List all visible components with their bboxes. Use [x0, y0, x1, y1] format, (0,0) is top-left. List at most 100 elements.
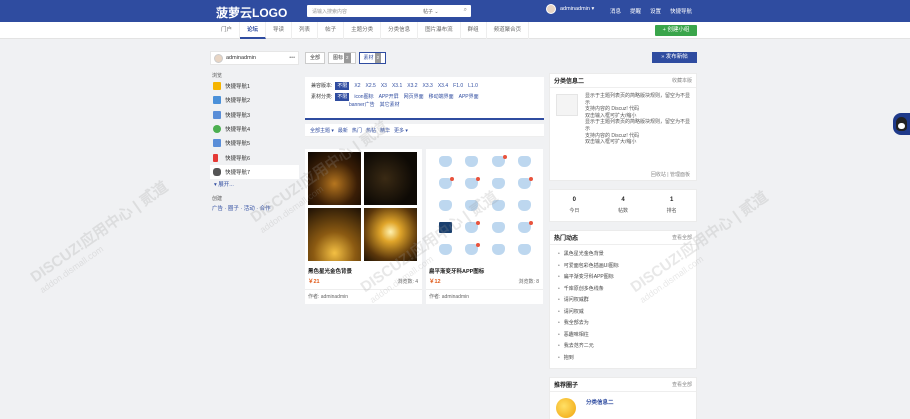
- stat-today: 0 今日: [569, 197, 580, 214]
- filter-option[interactable]: APP开屏: [379, 93, 399, 101]
- favorite-forum-link[interactable]: 收藏本版: [672, 77, 692, 84]
- thread-thumbnails[interactable]: [308, 152, 419, 263]
- tooth-icon: [465, 156, 479, 167]
- filter-option[interactable]: X2: [354, 82, 360, 90]
- view-all-link[interactable]: 查看全部: [672, 234, 692, 241]
- sidebar-item-4[interactable]: 快捷导航4: [210, 122, 299, 136]
- filter-option[interactable]: X3.1: [392, 82, 402, 90]
- user-menu[interactable]: adminadmin ▾: [546, 4, 594, 14]
- avatar[interactable]: [214, 53, 223, 63]
- thread-card[interactable]: 扁平渐变牙科APP图标 ￥12 浏览数: 8 作者: adminadmin: [426, 149, 543, 304]
- filter-option[interactable]: 移动端界面: [429, 93, 454, 101]
- forum-admin-links[interactable]: 回收站 | 管理面板: [550, 171, 696, 178]
- sort-more[interactable]: 更多 ▾: [394, 127, 408, 134]
- subnav-item[interactable]: 图片瀑布流: [418, 22, 461, 39]
- sidebar-item-6[interactable]: 快捷导航6: [210, 150, 299, 164]
- sort-digest[interactable]: 精华: [380, 127, 390, 134]
- site-logo[interactable]: 菠萝云LOGO: [216, 4, 287, 21]
- qq-penguin-icon[interactable]: [893, 113, 910, 135]
- tooth-icon-grid[interactable]: [432, 151, 538, 261]
- filter-option[interactable]: X2.5: [366, 82, 376, 90]
- list-item[interactable]: 黑色星光金色背景: [558, 249, 688, 261]
- username[interactable]: adminadmin ▾: [560, 6, 594, 12]
- tooth-icon: [465, 177, 481, 189]
- subnav-item[interactable]: 导读: [266, 22, 293, 39]
- more-icon[interactable]: •••: [289, 55, 295, 61]
- sidebar-item-2[interactable]: 快捷导航2: [210, 93, 299, 107]
- watermark: DISCUZ!应用中心 | 贰道 addon.dismall.com: [27, 178, 172, 296]
- tooth-icon: [491, 200, 505, 211]
- filter-option[interactable]: icon图标: [354, 93, 373, 101]
- nav-settings[interactable]: 设置: [650, 7, 661, 15]
- list-item[interactable]: 可爱面包彩色插画UI图标: [558, 261, 688, 273]
- filter-option[interactable]: 网页界面: [404, 93, 424, 101]
- sidebar-create-links[interactable]: 广告 · 圈子 · 活动 · 合作: [210, 204, 299, 212]
- subnav-item[interactable]: 群组: [461, 22, 487, 39]
- filter-option[interactable]: X3.4: [438, 82, 448, 90]
- thread-title[interactable]: 扁平渐变牙科APP图标: [429, 267, 484, 275]
- subnav-item[interactable]: 列表: [292, 22, 319, 39]
- search-box[interactable]: 请输入搜索内容 帖子 ⌄ ⌕: [307, 5, 471, 17]
- tab-materials[interactable]: 素材 2: [358, 52, 387, 64]
- list-item[interactable]: 我全部去为: [558, 318, 688, 330]
- avatar[interactable]: [546, 4, 556, 14]
- tooth-icon: [438, 177, 454, 189]
- view-all-link[interactable]: 查看全部: [672, 381, 692, 388]
- filter-option[interactable]: F1.0: [453, 82, 463, 90]
- group-name[interactable]: 分类信息二: [586, 398, 614, 406]
- stat-rank: 1 排名: [666, 197, 677, 214]
- tooth-icon: [438, 244, 452, 255]
- filter-option[interactable]: X3.2: [407, 82, 417, 90]
- list-item[interactable]: 恶趣味相往: [558, 330, 688, 342]
- list-item[interactable]: 请问权威: [558, 307, 688, 319]
- subnav-item[interactable]: 频道聚合页: [487, 22, 530, 39]
- sort-hot[interactable]: 热门: [352, 127, 362, 134]
- group-icon[interactable]: [556, 398, 576, 418]
- sort-all-topics[interactable]: 全部主题 ▾: [310, 127, 334, 134]
- list-item[interactable]: 请问权威群: [558, 295, 688, 307]
- filter-version-row: 兼容版本: 不限 X2 X2.5 X3 X3.1 X3.2 X3.3 X3.4 …: [311, 82, 478, 90]
- sort-hot-posts[interactable]: 热帖: [366, 127, 376, 134]
- new-post-button[interactable]: » 发布新帖: [652, 52, 697, 63]
- sidebar-item-7[interactable]: 快捷导航7: [210, 164, 299, 180]
- sort-latest[interactable]: 最新: [338, 127, 348, 134]
- thread-title[interactable]: 黑色星光金色背景: [308, 267, 352, 275]
- filter-option[interactable]: L1.0: [468, 82, 478, 90]
- list-item[interactable]: 千库原创多色线条: [558, 284, 688, 296]
- sidebar-item-5[interactable]: 快捷导航5: [210, 136, 299, 150]
- sidebar-item-1[interactable]: 快捷导航1: [210, 79, 299, 93]
- tooth-icon: [438, 156, 452, 167]
- list-item[interactable]: 扁平渐变牙科APP图标: [558, 272, 688, 284]
- subnav-item[interactable]: 分类信息: [381, 22, 419, 39]
- sidebar-expand[interactable]: ▾ 展开...: [210, 180, 299, 188]
- filter-option[interactable]: X3: [381, 82, 387, 90]
- search-input[interactable]: 请输入搜索内容: [312, 8, 347, 15]
- hot-activity-panel: 热门动态 查看全部 黑色星光金色背景 可爱面包彩色插画UI图标 扁平渐变牙科AP…: [549, 230, 697, 369]
- nav-messages[interactable]: 消息: [610, 7, 621, 15]
- filter-option[interactable]: 不限: [335, 93, 350, 101]
- filter-category-row: 素材分类: 不限 icon图标 APP开屏 网页界面 移动端界面 APP界面 b…: [311, 93, 479, 109]
- filter-option[interactable]: banner广告: [349, 101, 375, 109]
- filter-option[interactable]: 其它素材: [380, 101, 400, 109]
- search-icon[interactable]: ⌕: [464, 7, 467, 14]
- list-item[interactable]: 抱到: [558, 353, 688, 365]
- tab-all[interactable]: 全部: [305, 52, 326, 64]
- subnav-item-active[interactable]: 论坛: [240, 22, 267, 39]
- subnav-item[interactable]: 主题分类: [344, 22, 382, 39]
- filter-option[interactable]: X3.3: [423, 82, 433, 90]
- filter-option[interactable]: 不限: [335, 82, 350, 90]
- create-group-button[interactable]: + 创建小组: [655, 25, 697, 36]
- nav-group-icon: [213, 139, 221, 148]
- subnav-item[interactable]: 门户: [214, 22, 241, 39]
- thread-card[interactable]: 黑色星光金色背景 ￥21 浏览数: 4 作者: adminadmin: [305, 149, 422, 304]
- list-item[interactable]: 我去范齐二元: [558, 341, 688, 353]
- nav-notifications[interactable]: 提醒: [630, 7, 641, 15]
- search-scope-select[interactable]: 帖子 ⌄: [423, 8, 439, 15]
- filter-option[interactable]: APP界面: [459, 93, 479, 101]
- sidebar-user[interactable]: adminadmin •••: [210, 51, 299, 65]
- sidebar-username[interactable]: adminadmin: [226, 55, 256, 61]
- nav-quick-nav[interactable]: 快捷导航: [670, 7, 692, 15]
- subnav-item[interactable]: 帖子: [318, 22, 345, 39]
- sidebar-item-3[interactable]: 快捷导航3: [210, 108, 299, 122]
- tab-icons[interactable]: 图标 2: [328, 52, 356, 64]
